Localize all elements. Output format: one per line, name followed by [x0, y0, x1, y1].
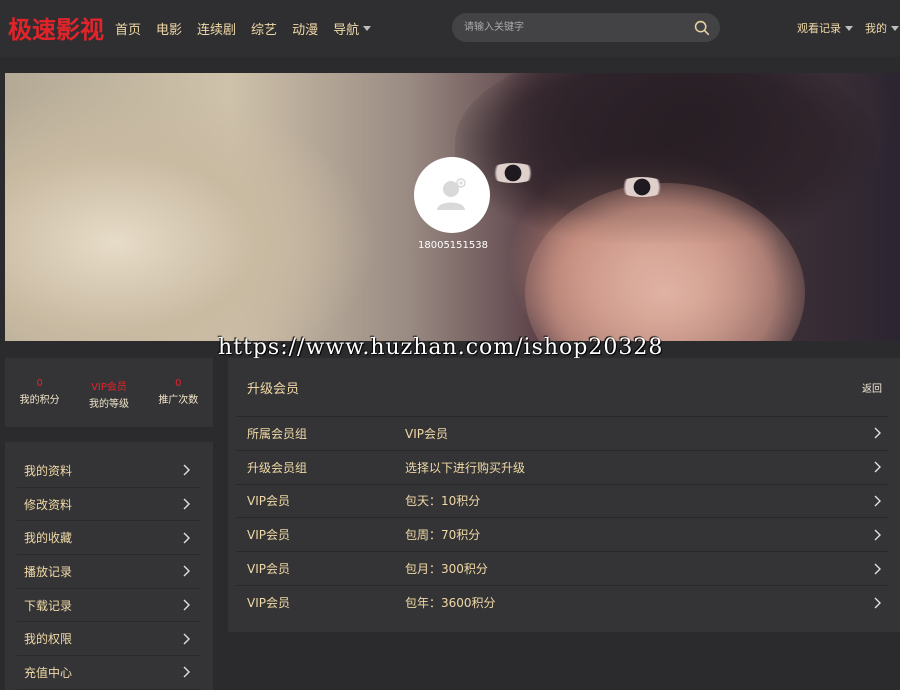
sidebar-item-recharge[interactable]: 充值中心	[17, 656, 201, 690]
chevron-down-icon	[845, 25, 853, 31]
row-label: VIP会员	[247, 562, 290, 577]
mine-label: 我的	[865, 22, 887, 35]
page-title: 升级会员	[247, 381, 300, 397]
watermark-text: https://www.huzhan.com/ishop20328	[218, 335, 664, 360]
banner-photo-eye-right	[617, 177, 667, 197]
nav-home[interactable]: 首页	[115, 19, 141, 38]
row-value: 包年：3600积分	[405, 596, 496, 611]
chevron-right-icon	[183, 464, 190, 476]
table-row[interactable]: VIP会员 包月：300积分	[236, 552, 888, 586]
top-header: 极速影视 首页 电影 连续剧 综艺 动漫 导航 观看记录 我的	[0, 0, 900, 57]
sidebar-item-label: 充值中心	[24, 665, 73, 680]
chevron-right-icon	[183, 666, 190, 678]
stat-points-label: 我的积分	[19, 395, 60, 406]
search-input[interactable]	[464, 19, 684, 36]
nav-guide-label: 导航	[333, 23, 360, 38]
row-label: VIP会员	[247, 596, 290, 611]
row-value: 包天：10积分	[405, 494, 481, 509]
stat-level-value: VIP会员	[91, 382, 127, 393]
chevron-right-icon	[874, 529, 881, 541]
chevron-right-icon	[874, 461, 881, 473]
avatar[interactable]	[414, 157, 490, 233]
sidebar-item-label: 下载记录	[24, 598, 73, 613]
nav-guide[interactable]: 导航	[333, 19, 372, 38]
stat-referrals-value: 0	[175, 378, 182, 389]
table-row[interactable]: VIP会员 包周：70积分	[236, 518, 888, 553]
chevron-right-icon	[874, 495, 881, 507]
stat-level-label: 我的等级	[88, 399, 129, 410]
chevron-down-icon	[363, 26, 372, 31]
row-value: 选择以下进行购买升级	[405, 460, 526, 475]
panel-header: 升级会员 返回	[236, 358, 888, 417]
chevron-down-icon	[891, 25, 899, 31]
row-label: 升级会员组	[247, 460, 308, 475]
sidebar-item-permissions[interactable]: 我的权限	[17, 622, 201, 657]
table-row[interactable]: VIP会员 包天：10积分	[236, 485, 888, 519]
sidebar-item-profile[interactable]: 我的资料	[17, 454, 201, 488]
user-stats: 0 我的积分 VIP会员 我的等级 0 推广次数	[5, 358, 213, 427]
nav-variety[interactable]: 综艺	[251, 19, 277, 38]
banner-photo-eye-left	[488, 163, 538, 183]
table-row[interactable]: 所属会员组 VIP会员	[236, 417, 888, 451]
table-row[interactable]: VIP会员 包年：3600积分	[236, 586, 888, 620]
watch-history-menu[interactable]: 观看记录	[797, 20, 853, 36]
user-avatar-icon	[437, 178, 466, 210]
nav-series[interactable]: 连续剧	[197, 19, 236, 38]
sidebar-item-label: 我的收藏	[24, 531, 73, 546]
row-label: 所属会员组	[247, 426, 308, 441]
username: 18005151538	[418, 240, 488, 251]
nav-movies[interactable]: 电影	[156, 19, 182, 38]
sidebar-item-play-history[interactable]: 播放记录	[17, 555, 201, 589]
sidebar-item-label: 我的资料	[24, 463, 73, 478]
row-value: 包月：300积分	[405, 562, 488, 577]
sidebar-item-label: 修改资料	[24, 497, 73, 512]
main-nav: 首页 电影 连续剧 综艺 动漫 导航	[115, 19, 386, 38]
table-row[interactable]: 升级会员组 选择以下进行购买升级	[236, 451, 888, 485]
chevron-right-icon	[183, 498, 190, 510]
search-icon[interactable]	[693, 19, 710, 36]
row-value: VIP会员	[405, 426, 448, 441]
watch-history-label: 观看记录	[797, 22, 841, 35]
back-link[interactable]: 返回	[862, 380, 882, 395]
row-value: 包周：70积分	[405, 528, 481, 543]
stat-points-value: 0	[36, 378, 43, 389]
stat-level: VIP会员 我的等级	[74, 358, 143, 427]
stat-referrals-label: 推广次数	[158, 395, 199, 406]
chevron-right-icon	[183, 599, 190, 611]
chevron-right-icon	[874, 427, 881, 439]
chevron-right-icon	[874, 563, 881, 575]
chevron-right-icon	[183, 565, 190, 577]
site-logo[interactable]: 极速影视	[8, 10, 104, 45]
stat-points: 0 我的积分	[5, 358, 74, 427]
sidebar-item-edit-profile[interactable]: 修改资料	[17, 488, 201, 522]
sidebar-item-favorites[interactable]: 我的收藏	[17, 521, 201, 556]
chevron-right-icon	[183, 633, 190, 645]
chevron-right-icon	[874, 597, 881, 609]
user-sidebar-menu: 我的资料 修改资料 我的收藏 播放记录 下载记录 我的权限 充值中心	[5, 442, 213, 690]
mine-menu[interactable]: 我的	[865, 20, 899, 36]
sidebar-item-label: 我的权限	[24, 632, 73, 647]
row-label: VIP会员	[247, 528, 290, 543]
sidebar-item-downloads[interactable]: 下载记录	[17, 589, 201, 623]
search-box	[452, 13, 720, 42]
chevron-right-icon	[183, 532, 190, 544]
nav-anime[interactable]: 动漫	[292, 19, 318, 38]
upgrade-membership-panel: 升级会员 返回 所属会员组 VIP会员 升级会员组 选择以下进行购买升级 VIP…	[228, 358, 900, 632]
stat-referrals: 0 推广次数	[144, 358, 213, 427]
row-label: VIP会员	[247, 494, 290, 509]
sidebar-item-label: 播放记录	[24, 564, 73, 579]
